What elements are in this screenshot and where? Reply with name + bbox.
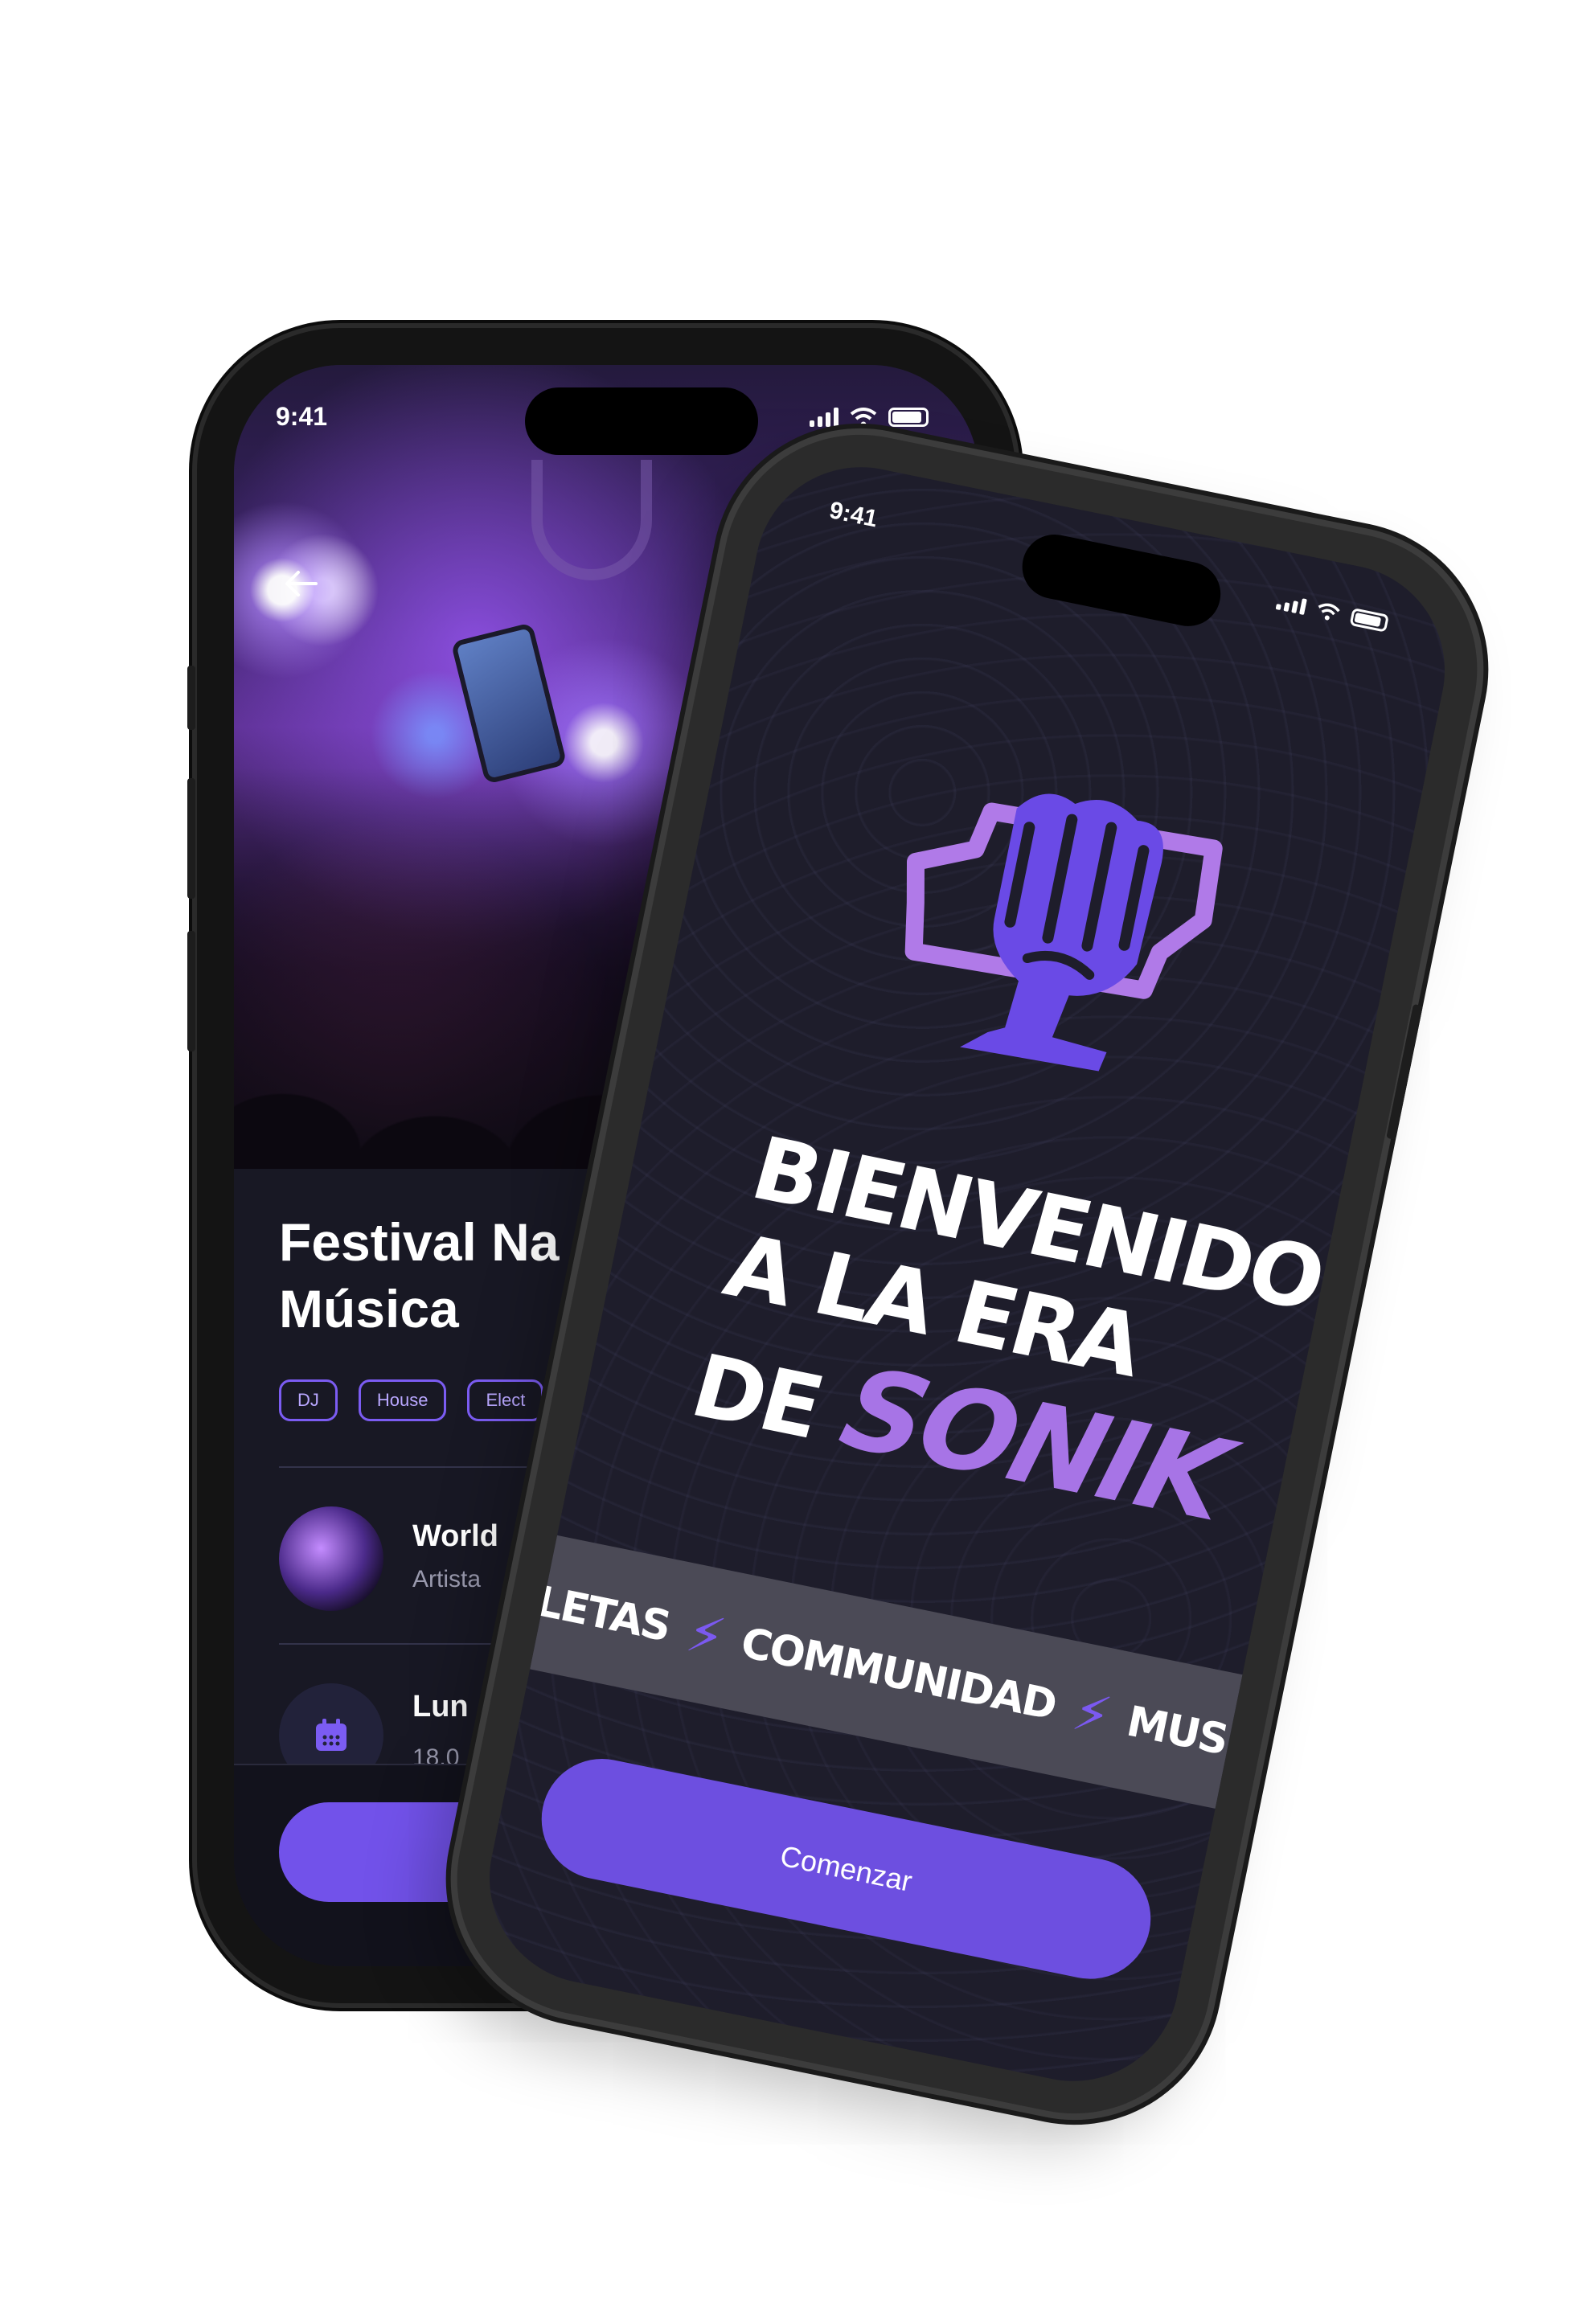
tag-house[interactable]: House: [358, 1379, 447, 1421]
tag-electronic[interactable]: Elect: [467, 1379, 544, 1421]
status-time: 9:41: [276, 402, 328, 431]
bolt-icon: ⚡: [681, 1601, 729, 1670]
signal-icon: [1275, 593, 1307, 616]
band-item-music: MUSICA: [1122, 1697, 1304, 1780]
welcome-line3-prefix: DE: [681, 1335, 831, 1458]
status-time: 9:41: [826, 497, 880, 533]
genre-tags: DJ House Elect: [279, 1379, 544, 1421]
dynamic-island: [1016, 528, 1227, 633]
artist-avatar[interactable]: [279, 1506, 383, 1611]
wifi-icon: [1318, 603, 1340, 621]
artist-subtitle: Artista: [412, 1566, 482, 1592]
bolt-icon: ⚡: [1067, 1679, 1115, 1748]
artist-name: World: [412, 1519, 498, 1553]
calendar-icon: [316, 1719, 346, 1751]
signal-icon: [810, 408, 839, 427]
phone-side-button: [187, 666, 195, 730]
tag-dj[interactable]: DJ: [279, 1379, 338, 1421]
event-day: Lun: [412, 1690, 469, 1724]
power-button: [1386, 1003, 1423, 1140]
status-icons: [1275, 592, 1389, 633]
dynamic-island: [525, 387, 758, 455]
wifi-icon: [850, 408, 877, 428]
arrow-left-icon[interactable]: [284, 566, 319, 601]
volume-down-button: [187, 931, 195, 1051]
fist-money-logo-icon: [904, 793, 1223, 1072]
battery-icon: [888, 408, 929, 427]
band-item-community: COMMUNIDAD: [736, 1618, 1060, 1730]
raised-phone: [450, 622, 568, 785]
welcome-headline: BIENVENIDO A LA ERA DE SONIK: [679, 1119, 1333, 1555]
battery-icon: [1349, 608, 1389, 633]
status-icons: [810, 407, 929, 428]
volume-up-button: [187, 778, 195, 899]
stage-logo: [531, 460, 652, 580]
start-button[interactable]: Comenzar: [531, 1748, 1162, 1990]
